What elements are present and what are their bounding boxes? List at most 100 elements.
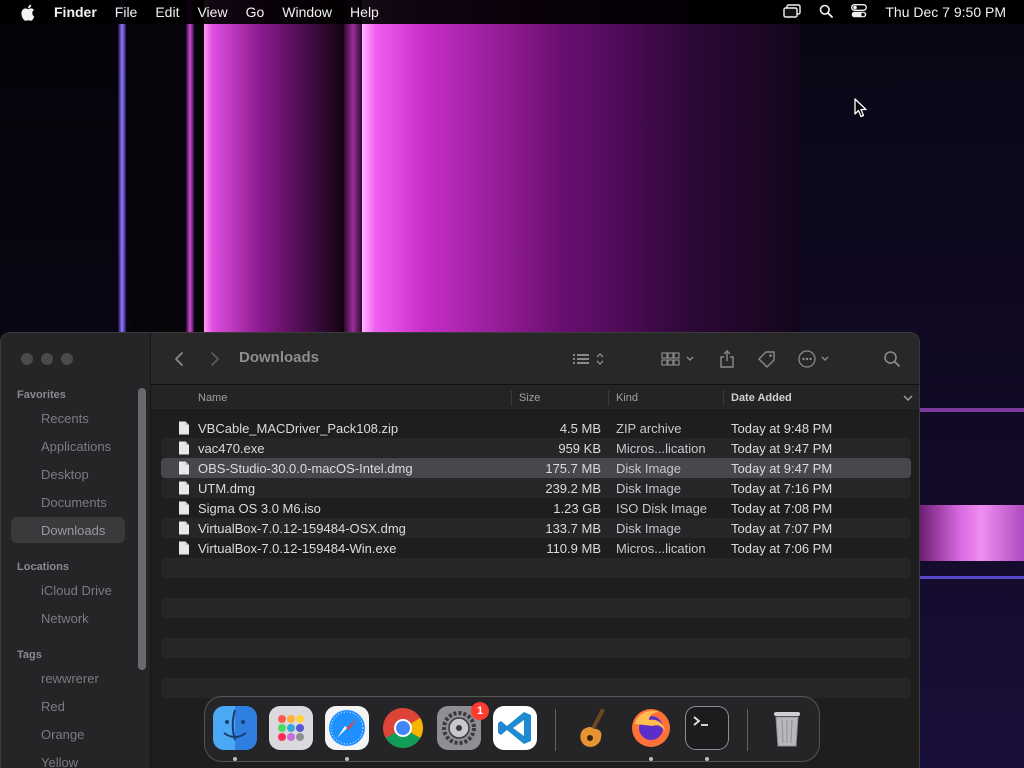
menu-view[interactable]: View xyxy=(188,4,236,20)
empty-row xyxy=(161,658,911,678)
sidebar-item-documents[interactable]: Documents xyxy=(11,489,125,515)
safari-icon[interactable] xyxy=(325,706,369,750)
file-size: 959 KB xyxy=(558,440,601,456)
more-actions-button[interactable] xyxy=(797,347,837,371)
column-header-name[interactable]: Name xyxy=(198,385,227,411)
empty-row xyxy=(161,578,911,598)
file-row[interactable]: OBS-Studio-30.0.0-macOS-Intel.dmg 175.7 M… xyxy=(161,458,911,478)
group-button[interactable] xyxy=(661,347,701,371)
back-button[interactable] xyxy=(169,347,189,371)
file-name: UTM.dmg xyxy=(198,480,256,496)
sidebar-item-desktop[interactable]: Desktop xyxy=(11,461,125,487)
list-view-icon xyxy=(573,353,604,365)
file-row[interactable]: UTM.dmg 239.2 MB Disk Image Today at 7:16 P… xyxy=(161,478,911,498)
file-date-added: Today at 7:07 PM xyxy=(731,520,833,536)
menu-help[interactable]: Help xyxy=(341,4,388,20)
file-kind: ZIP archive xyxy=(616,420,682,436)
trash-icon[interactable] xyxy=(765,706,809,750)
file-size: 133.7 MB xyxy=(545,520,601,536)
document-icon xyxy=(179,421,189,435)
minimize-window-button[interactable] xyxy=(41,353,53,365)
window-title: Downloads xyxy=(239,349,320,366)
sort-descending-icon[interactable] xyxy=(903,385,913,411)
search-icon xyxy=(884,351,900,367)
file-row[interactable]: VBCable_MACDriver_Pack108.zip 4.5 MB ZIP a… xyxy=(161,418,911,438)
window-controls xyxy=(21,353,73,365)
sidebar-item-downloads[interactable]: Downloads xyxy=(11,517,125,543)
garageband-icon[interactable] xyxy=(573,706,617,750)
column-header-size[interactable]: Size xyxy=(519,385,540,411)
file-name: Sigma OS 3.0 M6.iso xyxy=(198,500,321,516)
menu-edit[interactable]: Edit xyxy=(146,4,188,20)
document-icon xyxy=(179,461,189,475)
share-button[interactable] xyxy=(717,347,737,371)
column-header-date-added[interactable]: Date Added xyxy=(731,385,792,411)
tag-icon xyxy=(758,351,775,368)
menu-status-area: Thu Dec 7 9:50 PM xyxy=(783,0,1006,24)
finder-icon[interactable] xyxy=(213,706,257,750)
sidebar-tag-red[interactable]: Red xyxy=(11,693,125,719)
apple-menu-icon[interactable] xyxy=(18,3,36,21)
sidebar-tag-yellow[interactable]: Yellow xyxy=(11,749,125,768)
file-kind: Disk Image xyxy=(616,520,682,536)
sidebar-tag-rewwrerer[interactable]: rewwrerer xyxy=(11,665,125,691)
firefox-icon[interactable] xyxy=(629,706,673,750)
spotlight-search-icon[interactable] xyxy=(819,4,834,21)
notification-badge: 1 xyxy=(471,702,489,720)
file-name: vac470.exe xyxy=(198,440,265,456)
mouse-cursor-icon xyxy=(854,98,867,118)
screen-mirroring-icon[interactable] xyxy=(783,3,802,21)
sidebar-item-recents[interactable]: Recents xyxy=(11,405,125,431)
empty-row xyxy=(161,638,911,658)
more-actions-icon xyxy=(798,350,829,368)
sidebar-section-tags: Tags xyxy=(17,649,42,661)
forward-icon xyxy=(211,352,219,366)
sidebar-item-icloud-drive[interactable]: iCloud Drive xyxy=(11,577,125,603)
file-size: 1.23 GB xyxy=(553,500,601,516)
menu-window[interactable]: Window xyxy=(273,4,341,20)
sidebar-section-favorites: Favorites xyxy=(17,389,66,401)
column-header-kind[interactable]: Kind xyxy=(616,385,638,411)
sidebar-item-network[interactable]: Network xyxy=(11,605,125,631)
forward-button[interactable] xyxy=(205,347,225,371)
control-center-icon[interactable] xyxy=(851,3,868,21)
chrome-icon[interactable] xyxy=(381,706,425,750)
sidebar-scrollbar[interactable] xyxy=(138,388,146,670)
document-icon xyxy=(179,481,189,495)
menu-go[interactable]: Go xyxy=(237,4,274,20)
search-button[interactable] xyxy=(881,347,903,371)
menu-clock[interactable]: Thu Dec 7 9:50 PM xyxy=(885,4,1006,20)
terminal-icon[interactable] xyxy=(685,706,729,750)
vscode-icon[interactable] xyxy=(493,706,537,750)
file-date-added: Today at 9:47 PM xyxy=(731,440,833,456)
menu-app-name[interactable]: Finder xyxy=(50,4,106,20)
sidebar-section-locations: Locations xyxy=(17,561,69,573)
file-date-added: Today at 7:06 PM xyxy=(731,540,833,556)
file-name: VBCable_MACDriver_Pack108.zip xyxy=(198,420,399,436)
tag-button[interactable] xyxy=(755,347,779,371)
file-date-added: Today at 7:08 PM xyxy=(731,500,833,516)
menu-file[interactable]: File xyxy=(106,4,147,20)
file-row[interactable]: VirtualBox-7.0.12-159484-Win.exe 110.9 MB… xyxy=(161,538,911,558)
finder-sidebar: Favorites Recents Applications Desktop D… xyxy=(1,333,151,768)
dock: 1 xyxy=(204,696,820,762)
file-size: 239.2 MB xyxy=(545,480,601,496)
file-row[interactable]: Sigma OS 3.0 M6.iso 1.23 GB ISO Disk Image… xyxy=(161,498,911,518)
file-kind: Disk Image xyxy=(616,460,682,476)
file-date-added: Today at 9:47 PM xyxy=(731,460,833,476)
file-row[interactable]: VirtualBox-7.0.12-159484-OSX.dmg 133.7 MB… xyxy=(161,518,911,538)
empty-row xyxy=(161,558,911,578)
menu-bar: Finder File Edit View Go Window Help Thu… xyxy=(0,0,1024,24)
view-mode-button[interactable] xyxy=(571,347,611,371)
launchpad-icon[interactable] xyxy=(269,706,313,750)
sidebar-item-applications[interactable]: Applications xyxy=(11,433,125,459)
file-name: OBS-Studio-30.0.0-macOS-Intel.dmg xyxy=(198,460,413,476)
file-row[interactable]: vac470.exe 959 KB Micros...lication Today a… xyxy=(161,438,911,458)
close-window-button[interactable] xyxy=(21,353,33,365)
zoom-window-button[interactable] xyxy=(61,353,73,365)
document-icon xyxy=(179,501,189,515)
sidebar-tag-orange[interactable]: Orange xyxy=(11,721,125,747)
empty-row xyxy=(161,678,911,698)
finder-toolbar: Downloads xyxy=(151,333,919,385)
file-kind: Micros...lication xyxy=(616,540,706,556)
